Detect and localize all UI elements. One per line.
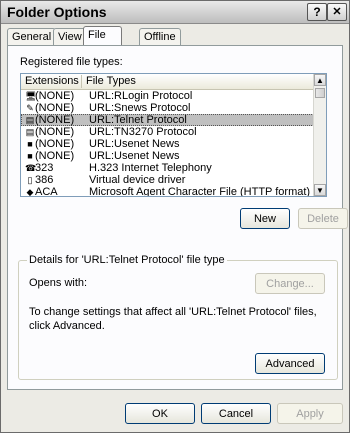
apply-button[interactable]: Apply: [277, 403, 343, 424]
close-button[interactable]: ✕: [327, 3, 347, 21]
list-item-selected[interactable]: ▤ (NONE) URL:Telnet Protocol: [21, 114, 314, 126]
protocol-icon: ▤: [25, 127, 35, 137]
row-extension: (NONE): [35, 90, 75, 102]
list-item[interactable]: ☎ 323 H.323 Internet Telephony: [21, 162, 314, 174]
row-file-type: URL:Snews Protocol: [89, 102, 191, 114]
telephony-icon: ☎: [25, 163, 37, 173]
list-item[interactable]: ▯ 386 Virtual device driver: [21, 174, 314, 186]
row-extension: (NONE): [35, 138, 75, 150]
row-file-type: Virtual device driver: [89, 174, 186, 186]
help-button[interactable]: ?: [307, 3, 327, 21]
news-icon: ✎: [26, 103, 34, 113]
scroll-thumb[interactable]: [315, 88, 325, 98]
row-extension: (NONE): [35, 102, 75, 114]
news-icon: ■: [27, 151, 33, 161]
scroll-up-arrow-icon[interactable]: ▲: [314, 74, 326, 86]
scroll-down-arrow-icon[interactable]: ▼: [314, 184, 326, 196]
vertical-scrollbar[interactable]: ▲ ▼: [313, 74, 326, 196]
list-item[interactable]: ▤ (NONE) URL:TN3270 Protocol: [21, 126, 314, 138]
protocol-icon: ▤: [25, 115, 35, 125]
protocol-icon: 🖥: [25, 91, 37, 101]
new-button[interactable]: New: [240, 208, 290, 229]
news-icon: ■: [27, 139, 33, 149]
list-item[interactable]: ◆ ACA Microsoft Agent Character File (HT…: [21, 186, 314, 197]
list-item[interactable]: ✎ (NONE) URL:Snews Protocol: [21, 102, 314, 114]
file-types-panel: Registered file types: Extensions File T…: [7, 45, 348, 390]
row-file-type: URL:RLogin Protocol: [89, 90, 193, 102]
list-header: Extensions File Types: [21, 74, 314, 90]
row-extension: 323: [35, 162, 54, 174]
row-file-type: URL:Usenet News: [89, 138, 180, 150]
row-file-type: URL:TN3270 Protocol: [89, 126, 197, 138]
folder-options-dialog: Folder Options ? ✕ General View File Typ…: [0, 0, 350, 433]
details-legend: Details for 'URL:Telnet Protocol' file t…: [27, 254, 227, 266]
agent-icon: ◆: [26, 187, 34, 197]
ok-button[interactable]: OK: [125, 403, 195, 424]
list-item[interactable]: ■ (NONE) URL:Usenet News: [21, 138, 314, 150]
file-icon: ▯: [27, 175, 33, 185]
row-extension: (NONE): [35, 126, 75, 138]
row-extension: (NONE): [35, 150, 75, 162]
list-item[interactable]: 🖥 (NONE) URL:RLogin Protocol: [21, 90, 314, 102]
row-file-type: URL:Usenet News: [89, 150, 180, 162]
opens-with-label: Opens with:: [29, 277, 88, 289]
change-button[interactable]: Change...: [255, 273, 325, 294]
row-file-type: Microsoft Agent Character File (HTTP for…: [89, 186, 311, 197]
tab-offline-files[interactable]: Offline Files: [139, 28, 181, 59]
tab-file-types[interactable]: File Types: [83, 26, 123, 57]
advanced-button[interactable]: Advanced: [255, 353, 325, 374]
tab-general[interactable]: General: [7, 28, 57, 45]
row-extension: ACA: [35, 186, 58, 197]
row-extension: (NONE): [35, 114, 75, 126]
delete-button[interactable]: Delete: [298, 208, 348, 229]
cancel-button[interactable]: Cancel: [201, 403, 271, 424]
column-extensions[interactable]: Extensions: [21, 75, 82, 88]
row-file-type: H.323 Internet Telephony: [89, 162, 212, 174]
column-file-types[interactable]: File Types: [82, 75, 312, 88]
title-bar: Folder Options ? ✕: [1, 1, 349, 24]
tab-view[interactable]: View: [53, 28, 87, 45]
registered-file-types-label: Registered file types:: [20, 56, 123, 68]
advanced-info-text: To change settings that affect all 'URL:…: [29, 306, 317, 332]
details-group: Details for 'URL:Telnet Protocol' file t…: [18, 254, 338, 380]
list-item[interactable]: ■ (NONE) URL:Usenet News: [21, 150, 314, 162]
row-extension: 386: [35, 174, 54, 186]
file-types-list[interactable]: Extensions File Types 🖥 (NONE) URL:RLogi…: [20, 73, 327, 197]
window-title: Folder Options: [7, 4, 107, 20]
row-file-type: URL:Telnet Protocol: [89, 114, 187, 126]
